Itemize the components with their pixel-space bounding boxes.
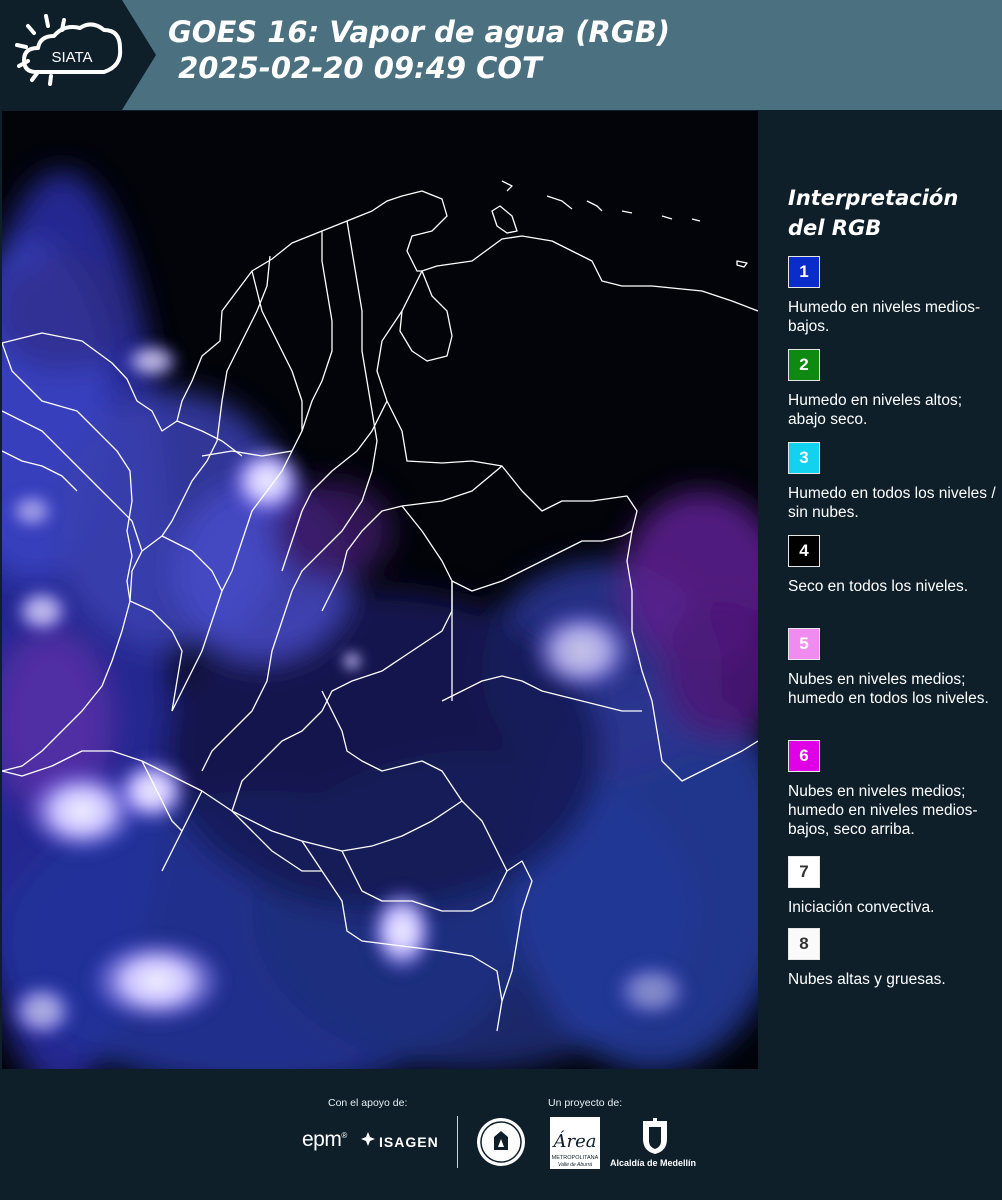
isagen-icon: [360, 1131, 376, 1150]
legend-swatch: 3: [788, 442, 820, 474]
university-seal-logo[interactable]: [476, 1117, 526, 1171]
isagen-logo[interactable]: ISAGEN: [360, 1131, 439, 1150]
alcaldia-medellin-logo[interactable]: Alcaldía de Medellín: [610, 1158, 696, 1168]
legend-item-2: 2 Humedo en niveles altos; abajo seco.: [788, 349, 1000, 429]
svg-text:Valle de Aburrá: Valle de Aburrá: [558, 1162, 592, 1168]
legend-label: Humedo en niveles altos; abajo seco.: [788, 392, 963, 428]
title-line-1: GOES 16: Vapor de agua (RGB): [168, 15, 671, 49]
page-title: GOES 16: Vapor de agua (RGB) 2025-02-20 …: [168, 14, 670, 86]
legend-item-4: 4 Seco en todos los niveles.: [788, 535, 1000, 596]
legend-item-3: 3 Humedo en todos los niveles / sin nubes…: [788, 442, 1000, 522]
legend-item-6: 6 Nubes en niveles medios; humedo en nive…: [788, 740, 1000, 839]
footer-divider: [457, 1116, 458, 1168]
satellite-map[interactable]: [2, 111, 758, 1069]
legend-label: Seco en todos los niveles.: [788, 578, 969, 595]
epm-logo[interactable]: epm®: [302, 1128, 347, 1152]
header-bar: SIATA GOES 16: Vapor de agua (RGB) 2025-…: [0, 0, 1002, 110]
legend-item-5: 5 Nubes en niveles medios; humedo en todo…: [788, 628, 1000, 708]
legend-swatch: 1: [788, 256, 820, 288]
legend-item-1: 1 Humedo en niveles medios-bajos.: [788, 256, 1000, 336]
brand-text: SIATA: [51, 49, 92, 66]
legend-swatch: 4: [788, 535, 820, 567]
alcaldia-shield-icon: [641, 1117, 669, 1159]
area-metropolitana-logo[interactable]: Área METROPOLITANA Valle de Aburrá: [550, 1117, 600, 1173]
legend-swatch: 2: [788, 349, 820, 381]
legend-label: Humedo en niveles medios-bajos.: [788, 299, 981, 335]
legend-swatch: 7: [788, 856, 820, 888]
legend-label: Nubes altas y gruesas.: [788, 971, 946, 988]
title-line-2: 2025-02-20 09:49 COT: [168, 51, 542, 85]
svg-text:METROPOLITANA: METROPOLITANA: [552, 1155, 599, 1161]
legend-panel: Interpretación del RGB 1 Humedo en nivele…: [760, 110, 1002, 1070]
legend-item-8: 8 Nubes altas y gruesas.: [788, 928, 1000, 989]
legend-item-7: 7 Iniciación convectiva.: [788, 856, 1000, 917]
legend-title: Interpretación del RGB: [788, 186, 959, 240]
support-label: Con el apoyo de:: [328, 1097, 408, 1109]
legend-swatch: 6: [788, 740, 820, 772]
legend-swatch: 8: [788, 928, 820, 960]
legend-label: Humedo en todos los niveles / sin nubes.: [788, 485, 996, 521]
legend-label: Nubes en niveles medios; humedo en todos…: [788, 671, 989, 707]
legend-label: Iniciación convectiva.: [788, 899, 935, 916]
project-label: Un proyecto de:: [548, 1097, 623, 1109]
siata-logo[interactable]: SIATA: [0, 0, 160, 110]
legend-swatch: 5: [788, 628, 820, 660]
legend-label: Nubes en niveles medios; humedo en nivel…: [788, 783, 978, 838]
footer: Con el apoyo de: Un proyecto de: epm® IS…: [0, 1070, 1002, 1200]
svg-text:Área: Área: [552, 1129, 597, 1152]
